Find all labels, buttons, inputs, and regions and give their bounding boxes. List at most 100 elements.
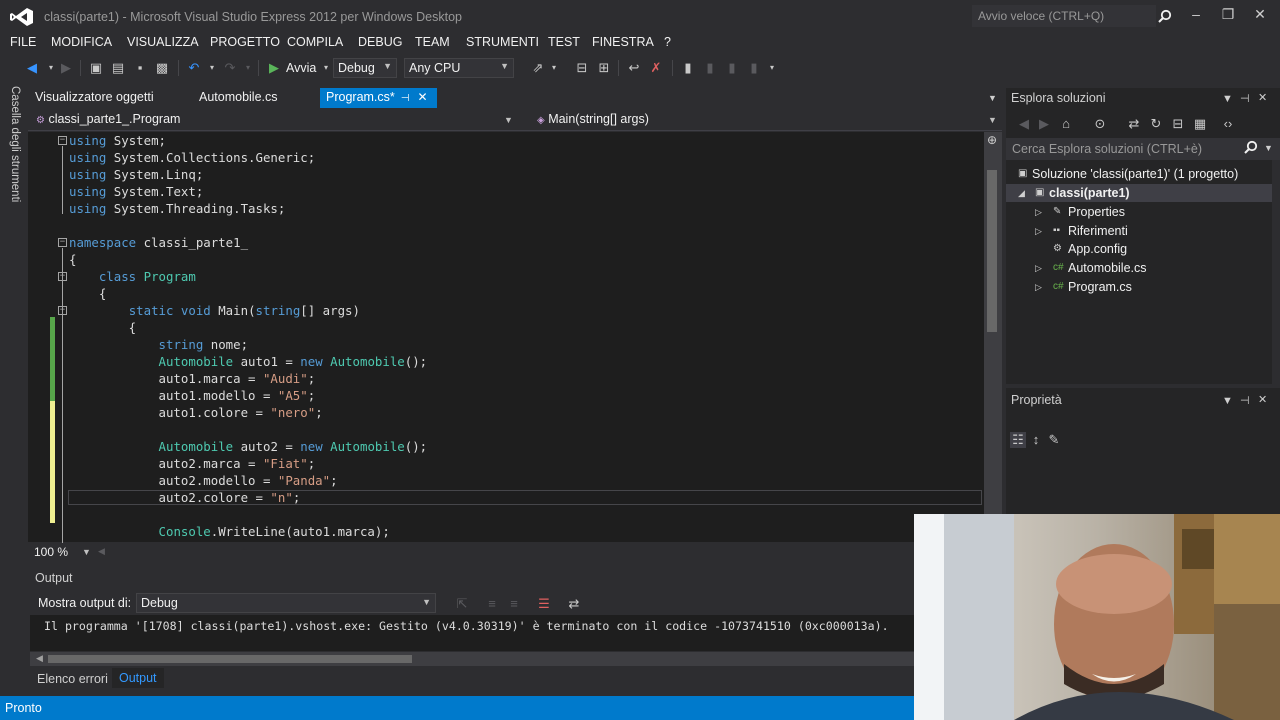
property-pages-icon[interactable]: ✎ [1046,432,1062,448]
menu-file[interactable]: FILE [10,35,36,49]
comment-icon[interactable]: ↩ [626,60,642,76]
collapsed-triangle-icon[interactable]: ▷ [1035,226,1042,237]
code-line[interactable]: { [69,285,106,302]
scrollbar-thumb[interactable] [48,655,412,663]
collapse-icon[interactable]: − [58,136,67,145]
tab-program-cs[interactable]: Program.cs* ⊣ ✕ [320,88,437,108]
menu-finestra[interactable]: FINESTRA [592,35,654,49]
categorized-icon[interactable]: ☷ [1010,432,1026,448]
chevron-down-icon[interactable]: ▼ [82,547,91,557]
code-line[interactable]: string nome; [69,336,249,353]
close-icon[interactable]: ✕ [1258,91,1267,104]
forward-icon[interactable]: ▶ [1036,116,1052,132]
toolbar-options-icon[interactable]: ▾ [764,60,780,76]
toolbox-tab[interactable]: Casella degli strumenti [9,86,21,202]
collapsed-triangle-icon[interactable]: ▷ [1035,282,1042,293]
code-line[interactable]: Automobile auto1 = new Automobile(); [69,353,428,370]
collapse-icon[interactable]: − [58,306,67,315]
back-icon[interactable]: ◀ [24,60,40,76]
start-dropdown-icon[interactable]: ▾ [318,60,334,76]
pane-options-icon[interactable]: ▼ [1222,93,1233,105]
pane-options-icon[interactable]: ▼ [1222,395,1233,407]
uncomment-icon[interactable]: ✗ [648,60,664,76]
code-line[interactable]: Automobile auto2 = new Automobile(); [69,438,428,455]
solution-configuration-combo[interactable]: Debug ▼ [333,58,397,78]
code-line[interactable]: { [69,319,136,336]
output-source-combo[interactable]: Debug ▼ [136,593,436,613]
close-icon[interactable]: ✕ [418,90,428,104]
view-code-icon[interactable]: ‹› [1220,116,1236,132]
redo-icon[interactable]: ↷ [222,60,238,76]
code-line[interactable]: using System.Text; [69,183,203,200]
collapsed-triangle-icon[interactable]: ▷ [1035,207,1042,218]
code-line[interactable]: class Program [69,268,196,285]
menu-strumenti[interactable]: STRUMENTI [466,35,539,49]
save-all-icon[interactable]: ▩ [154,60,170,76]
tree-item-project[interactable]: classi(parte1) [1049,186,1130,200]
tab-output[interactable]: Output [112,668,164,688]
menu-modifica[interactable]: MODIFICA [51,35,112,49]
close-window-icon[interactable]: ✕ [1250,6,1270,24]
save-icon[interactable]: ▪ [132,60,148,76]
sync-icon[interactable]: ⇄ [1126,116,1142,132]
zoom-level[interactable]: 100 % [34,545,68,559]
clear-bookmarks-icon[interactable]: ▮ [746,60,762,76]
search-icon[interactable] [1244,140,1258,157]
next-bookmark-icon[interactable]: ▮ [724,60,740,76]
pin-icon[interactable]: ⊣ [1240,394,1250,407]
collapse-icon[interactable]: − [58,272,67,281]
chevron-down-icon[interactable]: ▼ [1264,143,1273,153]
code-line[interactable]: using System.Linq; [69,166,203,183]
collapse-all-icon[interactable]: ⊟ [1170,116,1186,132]
find-icon[interactable]: ⇗ [530,60,546,76]
redo-dropdown-icon[interactable]: ▾ [240,60,256,76]
chevron-down-icon[interactable]: ▼ [504,115,513,125]
refresh-icon[interactable]: ↻ [1148,116,1164,132]
code-line[interactable]: { [69,251,76,268]
member-selector[interactable]: ◈ Main(string[] args) [537,112,649,126]
quick-launch-input[interactable]: Avvio veloce (CTRL+Q) [972,5,1156,27]
home-icon[interactable]: ⌂ [1058,116,1074,132]
solution-platform-combo[interactable]: Any CPU ▼ [404,58,514,78]
scrollbar-thumb[interactable] [987,170,997,332]
pending-changes-icon[interactable]: ⊙ [1092,116,1108,132]
tab-error-list[interactable]: Elenco errori [37,672,108,686]
code-line[interactable]: namespace classi_parte1_ [69,234,248,251]
menu-compila[interactable]: COMPILA [287,35,343,49]
pin-icon[interactable]: ⊣ [401,93,410,104]
find-message-icon[interactable]: ⇱ [454,596,470,612]
menu-test[interactable]: TEST [548,35,580,49]
code-line[interactable]: Console.WriteLine(auto1.marca); [69,523,390,540]
code-line[interactable]: auto2.colore = "n"; [69,489,301,506]
undo-icon[interactable]: ↶ [186,60,202,76]
code-line[interactable]: auto1.colore = "nero"; [69,404,323,421]
expanded-triangle-icon[interactable]: ◢ [1018,188,1025,199]
menu-help[interactable]: ? [664,35,671,49]
show-all-files-icon[interactable]: ▦ [1192,116,1208,132]
code-line[interactable]: auto1.marca = "Audi"; [69,370,316,387]
next-message-icon[interactable]: ≡ [506,596,522,612]
minimize-icon[interactable]: – [1186,6,1206,24]
search-icon[interactable] [1158,9,1172,26]
code-line[interactable]: using System.Collections.Generic; [69,149,315,166]
tree-item-app-config[interactable]: App.config [1068,242,1127,256]
start-button[interactable]: Avvia [286,61,316,75]
clear-all-icon[interactable]: ☰ [536,596,552,612]
menu-progetto[interactable]: PROGETTO [210,35,280,49]
code-line[interactable]: using System; [69,132,166,149]
back-icon[interactable]: ◀ [1016,116,1032,132]
tab-visualizzatore-oggetti[interactable]: Visualizzatore oggetti [29,88,160,108]
menu-team[interactable]: TEAM [415,35,450,49]
code-line[interactable]: using System.Threading.Tasks; [69,200,285,217]
scroll-left-icon[interactable]: ◀ [98,546,105,557]
tab-automobile-cs[interactable]: Automobile.cs [193,88,284,108]
bookmark-icon[interactable]: ▮ [680,60,696,76]
new-project-icon[interactable]: ▣ [88,60,104,76]
restore-icon[interactable]: ❐ [1218,6,1238,24]
tree-item-solution[interactable]: Soluzione 'classi(parte1)' (1 progetto) [1032,167,1238,181]
outdent-icon[interactable]: ⊞ [596,60,612,76]
open-file-icon[interactable]: ▤ [110,60,126,76]
code-line[interactable]: auto2.modello = "Panda"; [69,472,338,489]
collapse-icon[interactable]: − [58,238,67,247]
tab-list-dropdown-icon[interactable]: ▼ [988,93,997,103]
